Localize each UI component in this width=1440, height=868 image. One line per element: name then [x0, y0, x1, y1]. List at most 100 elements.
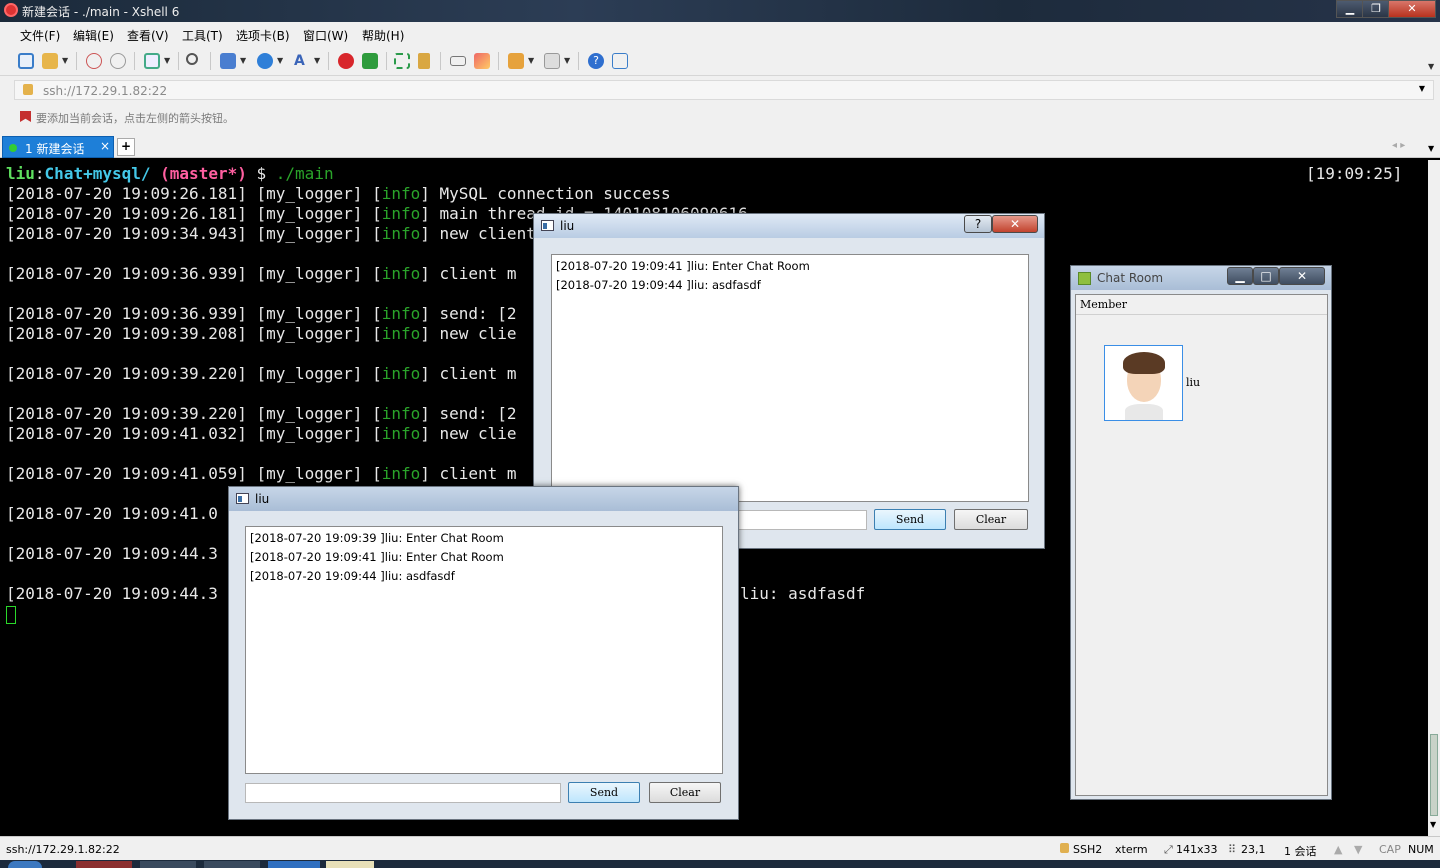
fullscreen-icon[interactable] — [394, 53, 410, 69]
chevron-down-icon[interactable]: ▼ — [1428, 144, 1434, 153]
member-panel: Member liu — [1075, 294, 1328, 796]
chat-window-top-title: liu — [560, 219, 575, 233]
disconnect-icon[interactable] — [110, 53, 126, 69]
member-header: Member — [1076, 295, 1327, 315]
toolbar: ▼ ▼ ▼ ▼ A ▼ ▼ ▼ ? ▼ — [0, 46, 1440, 76]
send-button[interactable]: Send — [568, 782, 640, 803]
menu-edit[interactable]: 编辑(E) — [73, 27, 114, 44]
log-line: [2018-07-20 19:09:44.3 — [6, 584, 218, 603]
clear-button[interactable]: Clear — [649, 782, 721, 803]
chevron-down-icon[interactable]: ▼ — [277, 56, 283, 65]
chat-icon[interactable] — [612, 53, 628, 69]
chevron-down-icon[interactable]: ▼ — [164, 56, 170, 65]
log-line: [2018-07-20 19:09:26.181] [my_logger] [i… — [6, 184, 671, 203]
script-icon[interactable] — [508, 53, 524, 69]
help-button[interactable]: ? — [964, 215, 992, 233]
prompt-branch: (master*) — [160, 164, 247, 183]
menu-tools[interactable]: 工具(T) — [182, 27, 223, 44]
lock-icon — [23, 84, 33, 95]
lock-icon[interactable] — [418, 53, 430, 69]
app-window-icon — [541, 220, 554, 231]
chat-window-bottom-title: liu — [255, 492, 270, 506]
font-icon[interactable]: A — [294, 53, 310, 69]
terminal-clock: [19:09:25] — [1306, 164, 1403, 183]
taskbar-item[interactable] — [140, 861, 196, 868]
chevron-down-icon[interactable]: ▼ — [1430, 820, 1436, 829]
bookmark-icon[interactable] — [20, 111, 31, 122]
chevron-down-icon[interactable]: ▼ — [314, 56, 320, 65]
connected-status-icon — [9, 144, 17, 152]
prompt-colon: : — [34, 164, 45, 183]
search-icon[interactable] — [186, 53, 198, 65]
chevron-down-icon[interactable]: ▼ — [528, 56, 534, 65]
transfer-icon[interactable] — [220, 53, 236, 69]
menu-tabs[interactable]: 选项卡(B) — [236, 27, 290, 44]
open-folder-icon[interactable] — [42, 53, 58, 69]
download-icon[interactable]: ▼ — [1354, 843, 1362, 856]
scrollbar-thumb[interactable] — [1430, 734, 1438, 816]
xftp-icon[interactable] — [362, 53, 378, 69]
avatar-shirt — [1125, 404, 1163, 420]
send-button[interactable]: Send — [874, 509, 946, 530]
chat-room-window: Chat Room ▁ □ ✕ Member liu — [1070, 265, 1332, 800]
maximize-button[interactable]: □ — [1253, 267, 1279, 285]
new-session-icon[interactable] — [18, 53, 34, 69]
close-button[interactable]: ✕ — [1279, 267, 1325, 285]
taskbar-item[interactable] — [76, 861, 132, 868]
address-input[interactable]: ssh://172.29.1.82:22 ▼ — [14, 80, 1434, 100]
close-button[interactable]: ✕ — [992, 215, 1038, 233]
tab-close-icon[interactable]: × — [100, 139, 110, 153]
taskbar-item[interactable] — [268, 861, 320, 868]
taskbar-item[interactable] — [326, 861, 374, 868]
prompt-user: liu — [6, 164, 35, 183]
toolbar-divider — [76, 52, 77, 70]
chat-room-icon — [1078, 272, 1091, 285]
keyboard-icon[interactable] — [450, 56, 466, 66]
highlight-icon[interactable] — [474, 53, 490, 69]
status-cursor-pos: 23,1 — [1241, 843, 1266, 856]
layout-icon[interactable] — [544, 53, 560, 69]
toolbar-divider — [328, 52, 329, 70]
minimize-button[interactable]: ▁ — [1227, 267, 1253, 285]
chat-messages: [2018-07-20 19:09:41 ]liu: Enter Chat Ro… — [551, 254, 1029, 502]
message-input[interactable] — [245, 783, 561, 803]
minimize-button[interactable]: ▁ — [1336, 0, 1364, 18]
menu-help[interactable]: 帮助(H) — [362, 27, 404, 44]
menu-view[interactable]: 查看(V) — [127, 27, 169, 44]
xmanager-icon[interactable] — [338, 53, 354, 69]
log-line-tail: liu: asdfasdf — [740, 584, 866, 603]
connect-icon[interactable] — [86, 53, 102, 69]
member-avatar[interactable] — [1104, 345, 1183, 421]
terminal-scrollbar[interactable]: ▼ — [1428, 160, 1440, 836]
tab-session-1[interactable]: 1 新建会话 × — [2, 136, 114, 158]
upload-icon[interactable]: ▲ — [1334, 843, 1342, 856]
maximize-button[interactable]: ❐ — [1362, 0, 1390, 18]
close-button[interactable]: ✕ — [1388, 0, 1436, 18]
add-tab-button[interactable]: + — [117, 138, 135, 156]
globe-icon[interactable] — [257, 53, 273, 69]
menu-bar: 文件(F) 编辑(E) 查看(V) 工具(T) 选项卡(B) 窗口(W) 帮助(… — [0, 22, 1440, 46]
resize-icon: ⤢ — [1164, 843, 1173, 856]
chevron-down-icon[interactable]: ▼ — [564, 56, 570, 65]
chevron-down-icon[interactable]: ▼ — [1428, 62, 1434, 71]
tab-label: 1 新建会话 — [25, 142, 85, 156]
menu-file[interactable]: 文件(F) — [20, 27, 60, 44]
chevron-down-icon[interactable]: ▼ — [1419, 84, 1425, 93]
help-icon[interactable]: ? — [588, 53, 604, 69]
xshell-logo-icon — [4, 3, 18, 17]
taskbar-item[interactable] — [204, 861, 260, 868]
tab-scroll-icon[interactable]: ◂ ▸ — [1392, 140, 1405, 151]
chat-messages: [2018-07-20 19:09:39 ]liu: Enter Chat Ro… — [245, 526, 723, 774]
menu-window[interactable]: 窗口(W) — [303, 27, 348, 44]
prompt-command: ./main — [275, 164, 334, 183]
chevron-down-icon[interactable]: ▼ — [62, 56, 68, 65]
start-button[interactable] — [8, 861, 42, 868]
clear-button[interactable]: Clear — [954, 509, 1028, 530]
properties-icon[interactable] — [144, 53, 160, 69]
chevron-down-icon[interactable]: ▼ — [240, 56, 246, 65]
app-window-icon — [236, 493, 249, 504]
chat-window-bottom-caption[interactable]: liu — [229, 487, 738, 511]
toolbar-divider — [178, 52, 179, 70]
chat-message: [2018-07-20 19:09:41 ]liu: Enter Chat Ro… — [556, 259, 810, 273]
prompt-path: Chat+mysql/ — [44, 164, 151, 183]
